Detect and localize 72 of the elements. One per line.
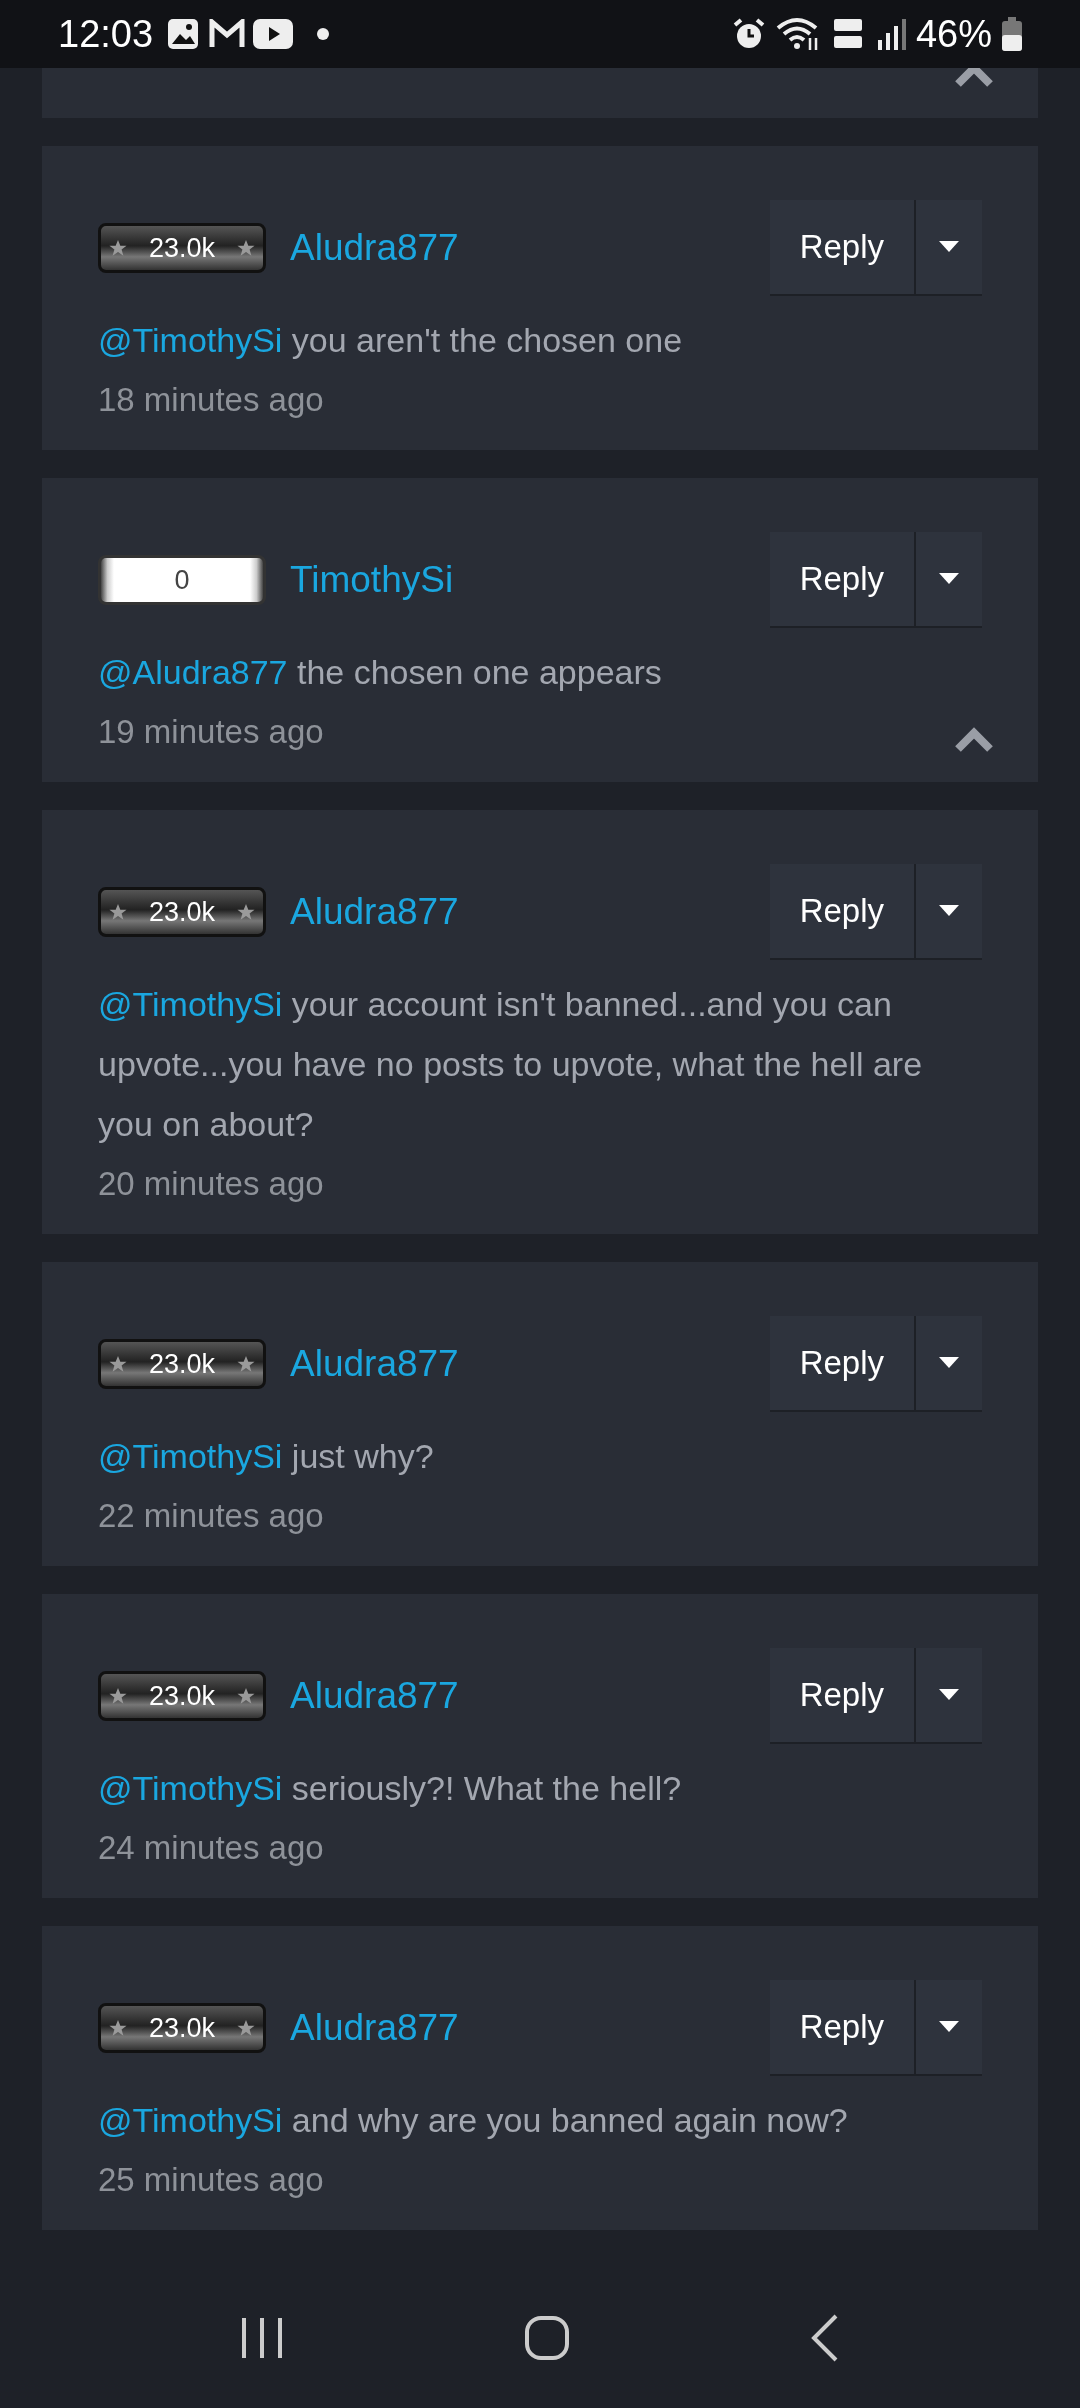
- caret-icon: [939, 241, 959, 253]
- caret-icon: [939, 573, 959, 585]
- author-name[interactable]: Aludra877: [290, 884, 459, 940]
- reputation-score: 23.0k: [148, 1679, 216, 1713]
- caret-icon: [939, 1689, 959, 1701]
- mail-icon: [209, 19, 246, 49]
- star-icon: [237, 903, 255, 921]
- mention-link[interactable]: @TimothySi: [98, 985, 283, 1023]
- collapse-icon[interactable]: [954, 727, 994, 753]
- star-icon: [109, 903, 127, 921]
- comment-text: @TimothySi seriously?! What the hell?: [98, 1768, 683, 1809]
- mention-link[interactable]: @Aludra877: [98, 653, 288, 691]
- dropdown-button[interactable]: [914, 1980, 982, 2076]
- author-name[interactable]: Aludra877: [290, 2000, 459, 2056]
- dropdown-button[interactable]: [914, 1316, 982, 1412]
- signal-icon: [875, 18, 906, 50]
- reputation-score: 23.0k: [148, 895, 216, 929]
- star-icon: [237, 2019, 255, 2037]
- comment-text: @TimothySi you aren't the chosen one: [98, 320, 684, 361]
- caret-icon: [939, 1357, 959, 1369]
- back-icon[interactable]: [810, 2314, 840, 2362]
- comment-time: 22 minutes ago: [98, 1496, 324, 1537]
- comment-text: @TimothySi your account isn't banned...and you can upvote...you have no posts to upvote, what the hell are you on about?: [98, 984, 924, 1145]
- comment-text: @TimothySi just why?: [98, 1436, 435, 1477]
- reply-button[interactable]: Reply: [769, 1648, 914, 1744]
- caret-icon: [939, 2021, 959, 2033]
- play-icon: [253, 19, 294, 49]
- comment-time: 25 minutes ago: [98, 2160, 324, 2201]
- reply-button[interactable]: Reply: [769, 200, 914, 296]
- star-icon: [109, 2019, 127, 2037]
- star-icon: [237, 1687, 255, 1705]
- star-icon: [237, 1355, 255, 1373]
- reply-button[interactable]: Reply: [769, 532, 914, 628]
- author-name[interactable]: Aludra877: [290, 1668, 459, 1724]
- reputation-score: 23.0k: [148, 1347, 216, 1381]
- reputation-score: 23.0k: [148, 2011, 216, 2045]
- star-icon: [109, 239, 127, 257]
- gallery-icon: [167, 18, 200, 50]
- reputation-score: 23.0k: [148, 231, 216, 265]
- dropdown-button[interactable]: [914, 864, 982, 960]
- author-name[interactable]: Aludra877: [290, 1336, 459, 1392]
- dropdown-button[interactable]: [914, 200, 982, 296]
- alarm-icon: [731, 17, 766, 51]
- reply-button[interactable]: Reply: [769, 1980, 914, 2076]
- star-icon: [237, 239, 255, 257]
- author-name[interactable]: Aludra877: [290, 220, 459, 276]
- author-name[interactable]: TimothySi: [290, 552, 454, 608]
- mention-link[interactable]: @TimothySi: [98, 1437, 283, 1475]
- collapse-icon[interactable]: [954, 68, 994, 88]
- reply-button[interactable]: Reply: [769, 864, 914, 960]
- home-icon[interactable]: [524, 2315, 570, 2361]
- battery-icon: [1002, 17, 1022, 51]
- mention-link[interactable]: @TimothySi: [98, 321, 283, 359]
- mention-link[interactable]: @TimothySi: [98, 2101, 283, 2139]
- comment-time: 24 minutes ago: [98, 1828, 324, 1869]
- dropdown-button[interactable]: [914, 532, 982, 628]
- dropdown-button[interactable]: [914, 1648, 982, 1744]
- comment-time: 18 minutes ago: [98, 380, 324, 421]
- star-icon: [109, 1687, 127, 1705]
- comment-text: @TimothySi and why are you banned again now?: [98, 2100, 849, 2141]
- comment-time: 19 minutes ago: [98, 712, 324, 753]
- comment-text: @Aludra877 the chosen one appears: [98, 652, 663, 693]
- dot-icon: [317, 28, 330, 40]
- mention-link[interactable]: @TimothySi: [98, 1769, 283, 1807]
- star-icon: [109, 1355, 127, 1373]
- status-time: 12:03: [58, 11, 154, 57]
- reputation-score: 0: [174, 563, 190, 597]
- battery-percent: 46%: [915, 11, 992, 57]
- recents-icon[interactable]: [240, 2316, 284, 2360]
- caret-icon: [939, 905, 959, 917]
- reply-button[interactable]: Reply: [769, 1316, 914, 1412]
- comment-time: 20 minutes ago: [98, 1164, 324, 1205]
